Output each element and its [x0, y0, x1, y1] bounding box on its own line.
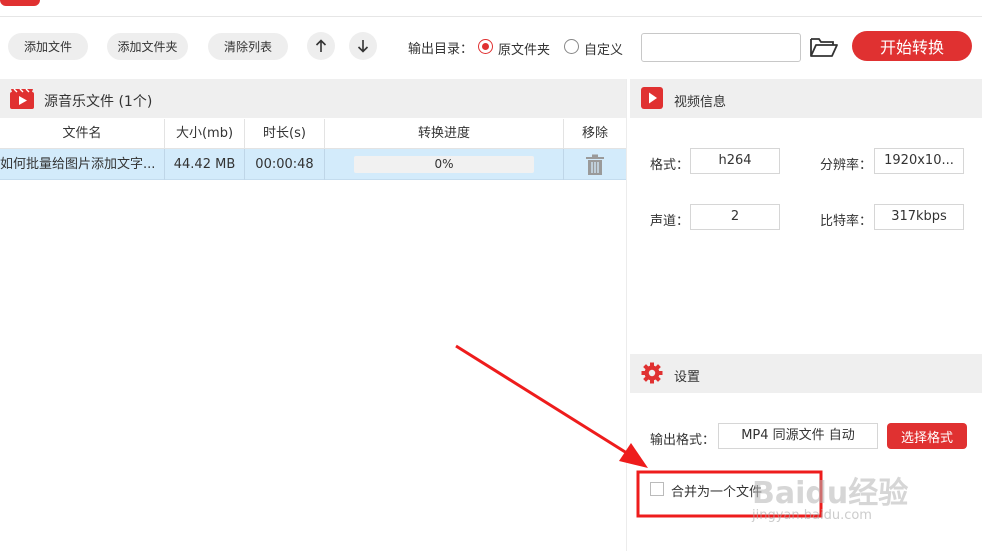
file-name-cell: 如何批量给图片添加文字... [0, 149, 165, 180]
merge-checkbox-label: 合并为一个文件 [671, 485, 763, 500]
settings-title: 设置 [674, 370, 701, 385]
move-up-button[interactable] [307, 32, 335, 60]
channel-value: 2 [690, 204, 780, 230]
table-header: 文件名 大小(mb) 时长(s) 转换进度 移除 [0, 119, 626, 149]
annotation-arrow-head [619, 443, 648, 468]
app-window: 添加文件 添加文件夹 清除列表 输出目录： 原文件夹 自定义 开始转换 源音乐文… [0, 0, 982, 551]
format-value: h264 [690, 148, 780, 174]
output-dir-label: 输出目录： [408, 42, 474, 57]
radio-source-folder[interactable] [478, 39, 493, 54]
gear-icon [641, 362, 663, 384]
column-duration[interactable]: 时长(s) [245, 119, 325, 149]
folder-open-icon [810, 38, 838, 57]
settings-header: 设置 [630, 354, 982, 393]
add-file-button[interactable]: 添加文件 [8, 33, 88, 60]
radio-custom[interactable] [564, 39, 579, 54]
column-filename[interactable]: 文件名 [0, 119, 165, 149]
resolution-value: 1920x10... [874, 148, 964, 174]
browse-folder-button[interactable] [809, 35, 839, 59]
add-folder-button[interactable]: 添加文件夹 [107, 33, 188, 60]
channel-label: 声道： [650, 214, 690, 229]
format-label: 格式： [650, 158, 690, 173]
start-convert-button[interactable]: 开始转换 [852, 31, 972, 61]
video-play-icon [641, 87, 663, 109]
bitrate-label: 比特率： [820, 214, 873, 229]
file-size-cell: 44.42 MB [165, 149, 245, 180]
output-path-input[interactable] [641, 33, 801, 62]
column-progress[interactable]: 转换进度 [325, 119, 564, 149]
bitrate-value: 317kbps [874, 204, 964, 230]
column-size[interactable]: 大小(mb) [165, 119, 245, 149]
file-duration-cell: 00:00:48 [245, 149, 325, 180]
output-format-value: MP4 同源文件 自动 [718, 423, 878, 449]
file-list-title: 源音乐文件 (1个) [44, 94, 153, 110]
radio-custom-label: 自定义 [584, 43, 624, 58]
app-logo-icon [0, 0, 40, 6]
merge-checkbox[interactable] [650, 482, 664, 496]
video-info-header: 视频信息 [630, 79, 982, 118]
resolution-label: 分辨率： [820, 158, 873, 173]
progress-bar: 0% [354, 156, 534, 173]
table-row[interactable]: 如何批量给图片添加文字... 44.42 MB 00:00:48 0% [0, 149, 626, 180]
arrow-down-icon [357, 40, 369, 53]
remove-file-button[interactable] [585, 154, 605, 175]
annotation-arrow-shaft [455, 344, 631, 457]
move-down-button[interactable] [349, 32, 377, 60]
music-file-icon [10, 88, 34, 109]
watermark-url: jingyan.baidu.com [752, 508, 872, 523]
clear-list-button[interactable]: 清除列表 [208, 33, 288, 60]
file-list-header: 源音乐文件 (1个) [0, 79, 626, 118]
video-info-title: 视频信息 [674, 95, 727, 110]
choose-format-button[interactable]: 选择格式 [887, 423, 967, 449]
watermark-text: Baidu经验 [752, 476, 909, 511]
output-format-label: 输出格式： [650, 433, 716, 448]
panel-divider [626, 79, 627, 551]
title-divider [0, 16, 982, 17]
arrow-up-icon [315, 39, 327, 52]
watermark: Baidu经验 jingyan.baidu.com [752, 466, 932, 536]
column-remove: 移除 [581, 126, 608, 141]
trash-icon [586, 154, 604, 175]
radio-source-folder-label: 原文件夹 [498, 43, 551, 58]
